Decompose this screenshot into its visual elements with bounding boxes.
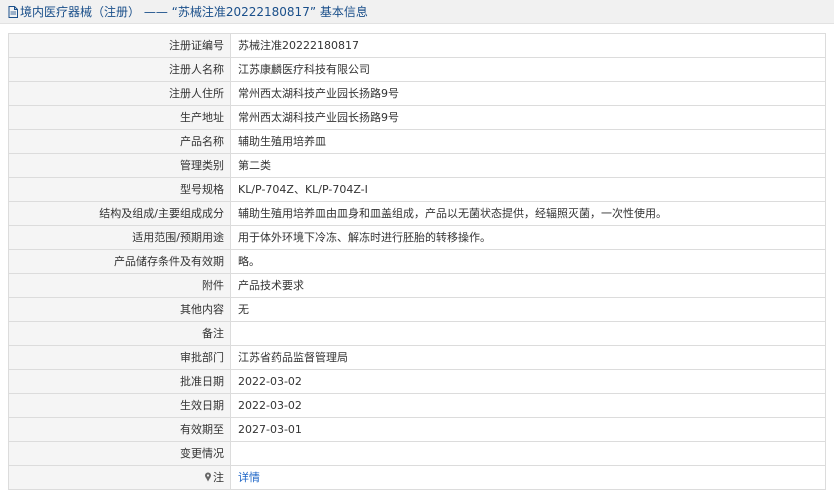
table-row: 注册人名称 江苏康麟医疗科技有限公司 — [8, 57, 826, 82]
row-label: 结构及组成/主要组成成分 — [8, 201, 231, 226]
row-value: 产品技术要求 — [230, 273, 826, 298]
table-row: 变更情况 — [8, 441, 826, 466]
row-label: 注册人住所 — [8, 81, 231, 106]
table-row: 备注 — [8, 321, 826, 346]
info-table-body: 注册证编号 苏械注准20222180817 注册人名称 江苏康麟医疗科技有限公司 注册人… — [8, 33, 826, 490]
row-label: 生效日期 — [8, 393, 231, 418]
table-row: 产品名称 辅助生殖用培养皿 — [8, 129, 826, 154]
detail-label: 注 — [213, 471, 224, 484]
table-row: 其他内容无 — [8, 297, 826, 322]
info-table: 注册证编号 苏械注准20222180817 注册人名称 江苏康麟医疗科技有限公司 注册人… — [8, 33, 826, 490]
row-label: 其他内容 — [8, 297, 231, 322]
table-row-detail: 注 详情 — [8, 465, 826, 490]
table-row: 适用范围/预期用途 用于体外环境下冷冻、解冻时进行胚胎的转移操作。 — [8, 225, 826, 250]
table-row: 型号规格 KL/P-704Z、KL/P-704Z-Ⅰ — [8, 177, 826, 202]
row-label: 变更情况 — [8, 441, 231, 466]
row-value: 常州西太湖科技产业园长扬路9号 — [230, 81, 826, 106]
table-row: 有效期至 2027-03-01 — [8, 417, 826, 442]
row-label: 管理类别 — [8, 153, 231, 178]
row-value: 略。 — [230, 249, 826, 274]
table-row: 审批部门 江苏省药品监督管理局 — [8, 345, 826, 370]
row-label: 备注 — [8, 321, 231, 346]
row-label: 注 — [8, 465, 231, 490]
row-label: 注册人名称 — [8, 57, 231, 82]
page-header: 境内医疗器械（注册） —— “苏械注准20222180817” 基本信息 — [0, 0, 834, 24]
row-label: 注册证编号 — [8, 33, 231, 58]
row-label: 附件 — [8, 273, 231, 298]
row-value: 第二类 — [230, 153, 826, 178]
row-value: 用于体外环境下冷冻、解冻时进行胚胎的转移操作。 — [230, 225, 826, 250]
row-value: 苏械注准20222180817 — [230, 33, 826, 58]
row-value: 江苏康麟医疗科技有限公司 — [230, 57, 826, 82]
detail-link[interactable]: 详情 — [238, 471, 260, 484]
row-label: 生产地址 — [8, 105, 231, 130]
row-value: KL/P-704Z、KL/P-704Z-Ⅰ — [230, 177, 826, 202]
table-row: 生产地址 常州西太湖科技产业园长扬路9号 — [8, 105, 826, 130]
page-title: 境内医疗器械（注册） —— “苏械注准20222180817” 基本信息 — [20, 5, 368, 19]
table-row: 附件 产品技术要求 — [8, 273, 826, 298]
row-value — [230, 321, 826, 346]
row-value: 详情 — [230, 465, 826, 490]
table-row: 结构及组成/主要组成成分 辅助生殖用培养皿由皿身和皿盖组成，产品以无菌状态提供，经… — [8, 201, 826, 226]
table-row: 注册证编号 苏械注准20222180817 — [8, 33, 826, 58]
row-value: 2022-03-02 — [230, 369, 826, 394]
row-label: 产品名称 — [8, 129, 231, 154]
row-value — [230, 441, 826, 466]
row-label: 审批部门 — [8, 345, 231, 370]
table-row: 批准日期 2022-03-02 — [8, 369, 826, 394]
row-label: 产品储存条件及有效期 — [8, 249, 231, 274]
table-row: 注册人住所 常州西太湖科技产业园长扬路9号 — [8, 81, 826, 106]
row-label: 型号规格 — [8, 177, 231, 202]
row-value: 2027-03-01 — [230, 417, 826, 442]
table-row: 产品储存条件及有效期 略。 — [8, 249, 826, 274]
info-table-container: 注册证编号 苏械注准20222180817 注册人名称 江苏康麟医疗科技有限公司 注册人… — [8, 33, 826, 490]
row-value: 2022-03-02 — [230, 393, 826, 418]
row-value: 常州西太湖科技产业园长扬路9号 — [230, 105, 826, 130]
row-label: 有效期至 — [8, 417, 231, 442]
row-value: 辅助生殖用培养皿由皿身和皿盖组成，产品以无菌状态提供，经辐照灭菌，一次性使用。 — [230, 201, 826, 226]
table-row: 生效日期 2022-03-02 — [8, 393, 826, 418]
row-label: 适用范围/预期用途 — [8, 225, 231, 250]
row-label: 批准日期 — [8, 369, 231, 394]
row-value: 江苏省药品监督管理局 — [230, 345, 826, 370]
row-value: 无 — [230, 297, 826, 322]
pin-icon — [205, 472, 211, 482]
table-row: 管理类别 第二类 — [8, 153, 826, 178]
document-icon — [8, 5, 18, 18]
row-value: 辅助生殖用培养皿 — [230, 129, 826, 154]
